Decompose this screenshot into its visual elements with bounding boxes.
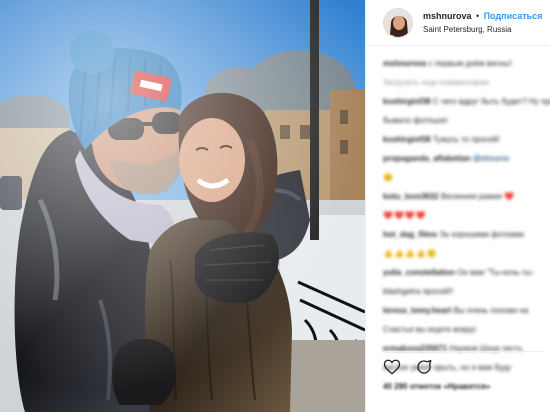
comment-row: yulia_constellation Он вам "Ты-ночь-ты- [383,267,550,278]
comment-text: За хорошими фотками [439,230,524,239]
instagram-post-view: mshnurova • Подписаться Saint Petersburg… [0,0,550,412]
comment-icon[interactable] [415,358,433,376]
comment-text: С чего вдруг быть будет? Ну просто вы [432,97,550,106]
comment-row: teresa_tomy.heart Вы очень похожи на [383,305,550,316]
comment-text: ❤️❤️❤️❤️ [383,211,427,220]
likes-count[interactable]: 40 280 отметок «Нравится» [383,382,490,391]
follow-button[interactable]: Подписаться [484,11,543,21]
comment-row: koshirginf38 Тужусь то просей! [383,134,550,145]
post-photo[interactable] [0,0,365,412]
post-side-panel: mshnurova • Подписаться Saint Petersburg… [365,0,550,412]
comment-username[interactable]: mshnurova [383,59,426,68]
comment-row: propaganda_aflabetian @shnurov [383,153,550,164]
comment-text: blashgetra просей!! [383,287,454,296]
comment-text: Загрузить еще комментарии [383,78,489,87]
comment-row: 👍👍👍👍🙂 [383,248,550,259]
post-header-text: mshnurova • Подписаться Saint Petersburg… [423,8,542,37]
comment-text: Весенняя ражая ❤️ [440,192,514,201]
comments-list: mshnurova с первым днём весны! Загрузить … [383,58,550,381]
comment-text: с первым днём весны! [428,59,512,68]
comment-row: hot_dag_films За хорошими фотками [383,229,550,240]
comment-row: botu_love3632 Весенняя ражая ❤️ [383,191,550,202]
comment-row: Счастья вы ищете вокруг [383,324,550,335]
username-link[interactable]: mshnurova [423,11,472,21]
comment-row: koshirginf38 С чего вдруг быть будет? Ну… [383,96,550,107]
comment-row: mshnurova с первым днём весны! [383,58,550,69]
comment-username[interactable]: botu_love3632 [383,192,439,201]
comment-text[interactable]: @shnurov [473,154,510,163]
action-bar [383,351,543,377]
comment-text: бывало фотошоп [383,116,448,125]
comment-row: 😊 [383,172,550,183]
avatar[interactable] [383,7,413,38]
comment-row: blashgetra просей!! [383,286,550,297]
heart-icon[interactable] [383,358,401,376]
comment-text: Тужусь то просей! [432,135,500,144]
comment-text: 👍👍👍👍🙂 [383,249,438,258]
comment-text: 😊 [383,173,393,182]
comment-username[interactable]: koshirginf38 [383,135,431,144]
post-header: mshnurova • Подписаться Saint Petersburg… [366,0,550,46]
comment-username[interactable]: yulia_constellation [383,268,455,277]
comment-text: Вы очень похожи на [453,306,529,315]
comment-text: Счастья вы ищете вокруг [383,325,477,334]
comment-username[interactable]: koshirginf38 [383,97,431,106]
separator-dot: • [475,11,480,21]
comment-row: бывало фотошоп [383,115,550,126]
comment-row: ❤️❤️❤️❤️ [383,210,550,221]
location-link[interactable]: Saint Petersburg, Russia [423,23,542,37]
comment-row[interactable]: Загрузить еще комментарии [383,77,550,88]
comment-username[interactable]: teresa_tomy.heart [383,306,451,315]
comment-username[interactable]: propaganda_aflabetian [383,154,471,163]
comment-text: Он вам "Ты-ночь-ты- [457,268,535,277]
comment-username[interactable]: hot_dag_films [383,230,437,239]
